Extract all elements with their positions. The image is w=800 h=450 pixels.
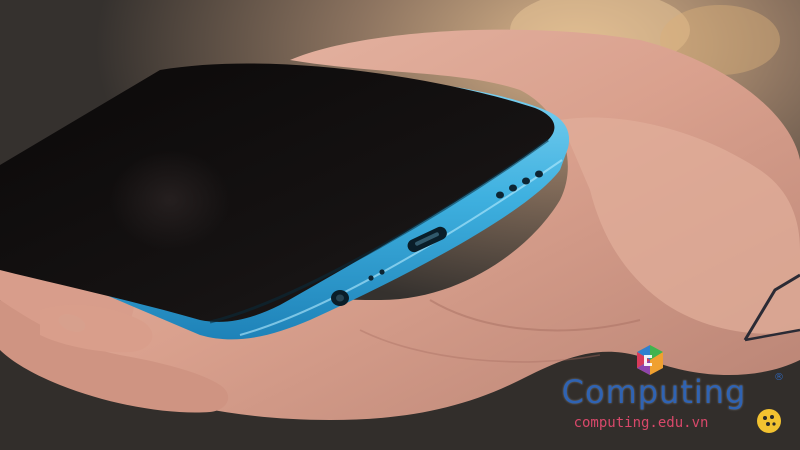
photo-scene	[0, 0, 800, 450]
photo: Computing ® computing.edu.vn	[0, 0, 800, 450]
headphone-jack	[331, 290, 349, 306]
